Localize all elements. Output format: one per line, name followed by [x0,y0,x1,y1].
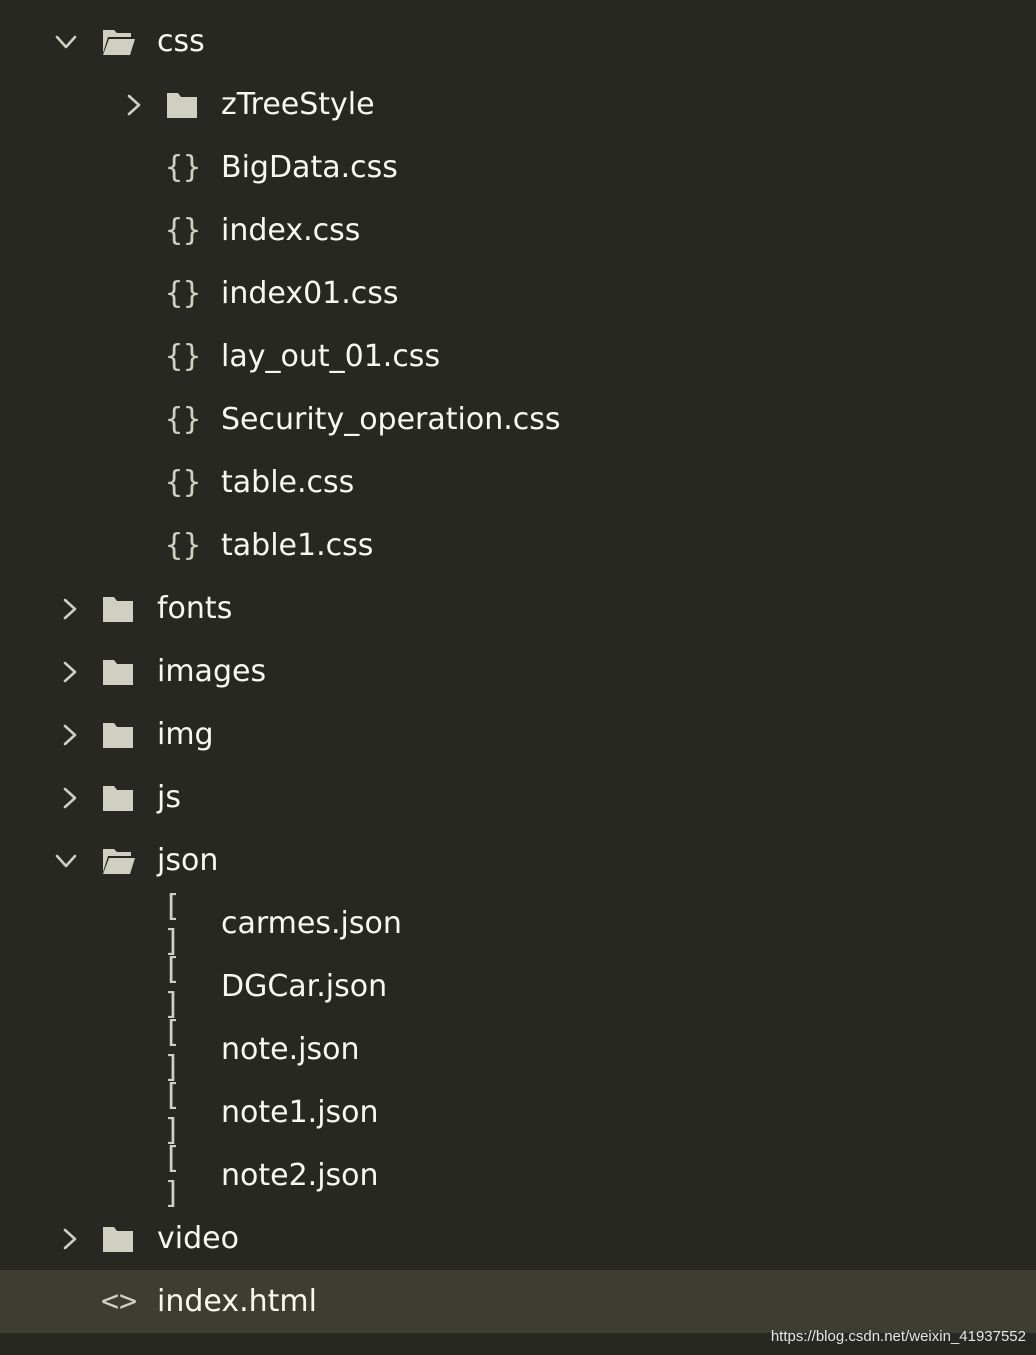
tree-item-label: index.css [221,213,361,248]
chevron-right-icon[interactable] [114,73,154,136]
tree-folder-row[interactable]: js [0,766,1036,829]
chevron-down-icon[interactable] [46,10,86,73]
braces-icon: {} [164,276,202,311]
tree-item-label: note1.json [221,1095,379,1130]
tree-item-label: note2.json [221,1158,379,1193]
tree-item-label: images [157,654,267,689]
chevron-down-icon[interactable] [46,829,86,892]
braces-icon: {} [164,339,202,374]
chevron-right-icon[interactable] [50,640,90,703]
tree-item-label: fonts [157,591,233,626]
tree-file-row[interactable]: [ ] note1.json [0,1077,1036,1148]
folder-icon [99,577,139,640]
braces-icon: {} [164,213,202,248]
folder-icon [99,703,139,766]
tree-item-label: index.html [157,1284,317,1319]
folder-icon [99,1207,139,1270]
chevron-right-icon[interactable] [50,766,90,829]
tree-item-label: BigData.css [221,150,398,185]
tree-file-row[interactable]: [ ] carmes.json [0,888,1036,959]
tree-file-row[interactable]: [ ] note2.json [0,1140,1036,1211]
tree-item-label: table1.css [221,528,374,563]
tree-folder-row[interactable]: video [0,1207,1036,1270]
tree-file-row[interactable]: {} table.css [0,451,1036,514]
tree-item-label: Security_operation.css [221,402,561,437]
brackets-icon: [ ] [163,1140,182,1211]
tree-file-row[interactable]: {} lay_out_01.css [0,325,1036,388]
folder-icon [99,640,139,703]
brackets-icon: [ ] [163,888,182,959]
braces-icon: {} [164,150,202,185]
watermark: https://blog.csdn.net/weixin_41937552 [770,1328,1026,1345]
tree-item-label: video [157,1221,239,1256]
braces-icon: {} [164,402,202,437]
chevron-right-icon[interactable] [50,577,90,640]
tree-folder-row[interactable]: zTreeStyle [0,73,1036,136]
brackets-icon: [ ] [163,951,182,1022]
chevron-right-icon[interactable] [50,703,90,766]
folder-open-icon [99,10,139,73]
braces-icon: {} [164,465,202,500]
tree-item-label: table.css [221,465,355,500]
tree-item-label: zTreeStyle [221,87,375,122]
tree-item-label: DGCar.json [221,969,388,1004]
brackets-icon: [ ] [163,1077,182,1148]
tree-item-label: json [157,843,219,878]
tree-item-label: js [157,780,181,815]
tree-file-row[interactable]: {} index01.css [0,262,1036,325]
tree-item-label: css [157,24,205,59]
tree-item-label: img [157,717,214,752]
folder-open-icon [99,829,139,892]
chevron-right-icon[interactable] [50,1207,90,1270]
tree-file-row[interactable]: {} Security_operation.css [0,388,1036,451]
tree-item-label: carmes.json [221,906,402,941]
tree-item-label: lay_out_01.css [221,339,441,374]
tree-item-label: note.json [221,1032,360,1067]
tree-file-row[interactable]: {} table1.css [0,514,1036,577]
tree-folder-row[interactable]: fonts [0,577,1036,640]
brackets-icon: [ ] [163,1014,182,1085]
braces-icon: {} [164,528,202,563]
tree-folder-row[interactable]: json [0,829,1036,892]
tree-file-row[interactable]: {} BigData.css [0,136,1036,199]
tree-item-label: index01.css [221,276,399,311]
folder-icon [99,766,139,829]
tree-folder-row[interactable]: css [0,10,1036,73]
tree-file-row[interactable]: <> index.html [0,1270,1036,1333]
tree-file-row[interactable]: {} index.css [0,199,1036,262]
tree-folder-row[interactable]: img [0,703,1036,766]
tree-file-row[interactable]: [ ] note.json [0,1014,1036,1085]
code-icon: <> [100,1284,138,1319]
tree-folder-row[interactable]: images [0,640,1036,703]
tree-file-row[interactable]: [ ] DGCar.json [0,951,1036,1022]
folder-icon [163,73,203,136]
